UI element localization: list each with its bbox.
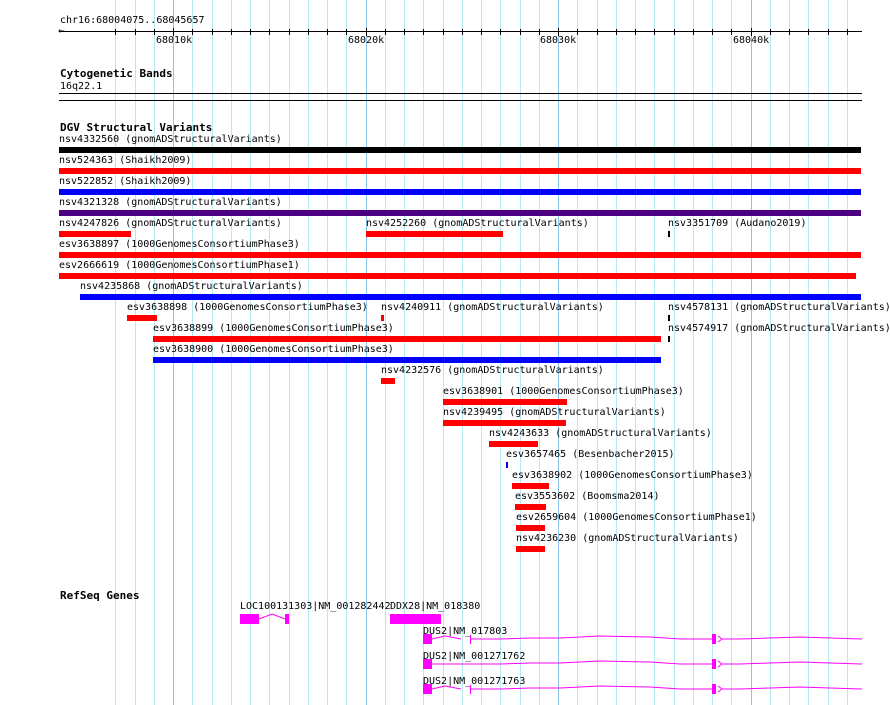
intron: [722, 661, 863, 665]
gene-models: [240, 613, 863, 694]
intron: [722, 636, 863, 640]
exon[interactable]: [712, 634, 716, 644]
intron: [722, 686, 863, 690]
intron: [432, 660, 712, 665]
intron: [258, 613, 286, 620]
strand-arrow-icon: [717, 685, 723, 693]
strand-arrow-icon: [717, 660, 723, 668]
exon[interactable]: [712, 659, 716, 669]
exon[interactable]: [423, 684, 432, 694]
exon[interactable]: [285, 614, 289, 624]
exon[interactable]: [240, 614, 259, 624]
exon[interactable]: [390, 614, 441, 624]
exon[interactable]: [470, 685, 471, 694]
exon[interactable]: [423, 634, 432, 644]
intron: [431, 635, 462, 640]
intron: [471, 635, 712, 640]
intron: [431, 685, 462, 690]
exon[interactable]: [470, 635, 471, 644]
exon[interactable]: [423, 659, 432, 669]
intron: [471, 685, 712, 690]
exon[interactable]: [712, 684, 716, 694]
strand-arrow-icon: [717, 635, 723, 643]
